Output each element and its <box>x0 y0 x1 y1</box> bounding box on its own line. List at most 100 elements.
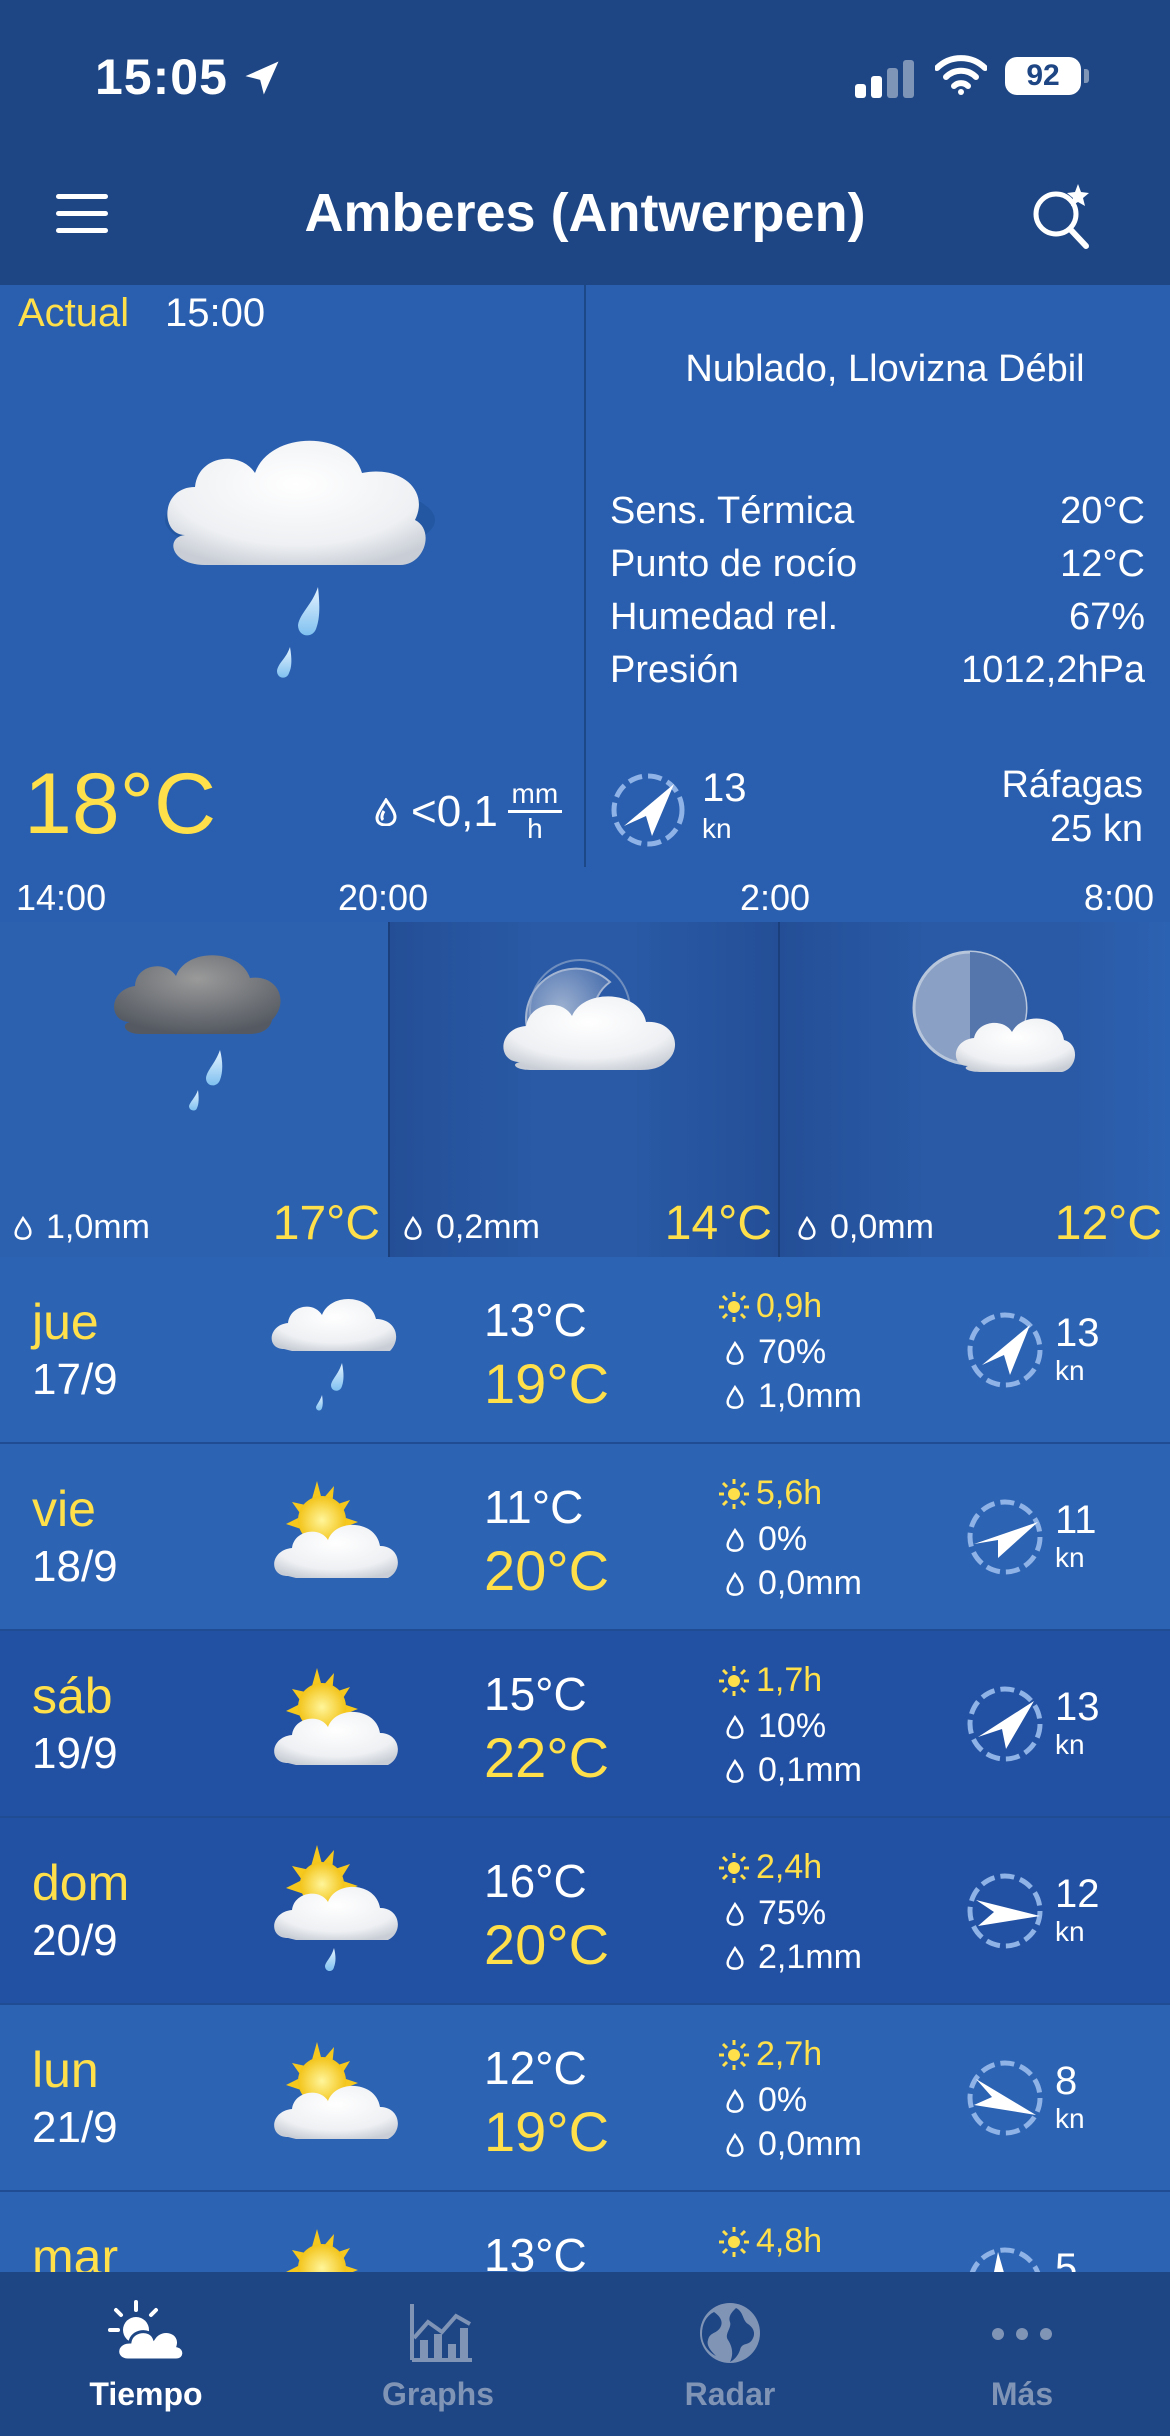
sun-icon <box>719 1665 749 1696</box>
sunshine-hours: 2,4h <box>756 1848 823 1886</box>
day-date: 21/9 <box>32 2103 118 2152</box>
page-title: Amberes (Antwerpen) <box>304 183 866 243</box>
tab-radar[interactable]: Radar <box>584 2272 876 2436</box>
chart-icon <box>410 2304 472 2362</box>
day-row[interactable]: sáb 19/9 15°C 22°C 1,7h 10% 0,1mm 13 kn <box>0 1631 1170 1818</box>
hourly-time-labels: 14:00 20:00 2:00 8:00 <box>0 867 1170 922</box>
gusts-value: 25 kn <box>1050 808 1143 850</box>
day-sunshine: 2,7h <box>718 2035 822 2074</box>
precip-amount: 0,1mm <box>758 1751 862 1789</box>
raindrop-icon <box>726 1714 744 1739</box>
raindrop-icon <box>726 1571 744 1596</box>
condition-text: Nublado, Llovizna Débil <box>685 348 1085 390</box>
day-precip-amount: 1,0mm <box>726 1377 862 1416</box>
day-max-temp: 20°C <box>484 1539 610 1602</box>
wind-direction-icon <box>969 2247 1041 2272</box>
raindrop-icon <box>726 1340 744 1365</box>
precip-probability: 0% <box>758 2081 808 2119</box>
raindrop-icon <box>726 1901 744 1926</box>
moon-cloud-icon <box>503 959 676 1070</box>
current-label: Actual <box>18 291 130 335</box>
current-precipitation: <0,1 mm h <box>375 778 562 845</box>
day-row[interactable]: jue 17/9 13°C 19°C 0,9h 70% 1,0mm 13 kn <box>0 1257 1170 1444</box>
more-dots-icon <box>992 2328 1052 2340</box>
tab-label: Radar <box>684 2376 776 2412</box>
hourly-precip-value: 1,0mm <box>46 1208 150 1246</box>
day-wind-unit: kn <box>1055 1355 1085 1386</box>
tab-graphs[interactable]: Graphs <box>292 2272 584 2436</box>
day-row[interactable]: lun 21/9 12°C 19°C 2,7h 0% 0,0mm 8 kn <box>0 2005 1170 2192</box>
hourly-precip-value: 0,2mm <box>436 1208 540 1246</box>
current-stats: Sens. Térmica 20°C Punto de rocío 12°C Hum… <box>610 490 1145 702</box>
hourly-forecast[interactable]: 14:00 20:00 2:00 8:00 1,0mm 17°C 0,2mm 1… <box>0 867 1170 1257</box>
hourly-temperature: 14°C <box>664 1197 772 1250</box>
wind-direction-icon <box>967 1499 1043 1575</box>
precip-amount: 1,0mm <box>758 1377 862 1415</box>
panel-divider <box>584 285 586 867</box>
day-precip-probability: 0% <box>726 2081 807 2120</box>
hour-label: 14:00 <box>16 877 107 918</box>
stat-row-pressure: Presión 1012,2hPa <box>610 649 1145 702</box>
current-time: 15:00 <box>165 291 266 335</box>
hour-label: 20:00 <box>338 877 429 918</box>
raindrop-icon <box>726 1945 744 1970</box>
wind-direction-icon <box>611 773 685 847</box>
day-precip-amount: 2,1mm <box>726 1938 862 1977</box>
status-time: 15:05 <box>95 49 228 105</box>
stat-row-dew-point: Punto de rocío 12°C <box>610 543 1145 596</box>
day-date: 20/9 <box>32 1916 118 1965</box>
current-wind-unit: kn <box>702 813 732 844</box>
day-sunshine: 0,9h <box>718 1287 822 1326</box>
tab-tiempo[interactable]: Tiempo <box>0 2272 292 2436</box>
sun-cloud-icon <box>274 1481 398 1578</box>
stat-value: 1012,2hPa <box>961 649 1145 691</box>
current-conditions-panel[interactable]: Actual 15:00 18°C <0,1 mm h Nublado, Llo… <box>0 285 1170 867</box>
sun-icon <box>719 2226 749 2257</box>
sun-cloud-drizzle-icon <box>274 1845 398 1972</box>
day-name: lun <box>32 2042 99 2098</box>
cloud-drizzle-icon <box>271 1298 397 1411</box>
nav-bar: Amberes (Antwerpen) <box>0 150 1170 285</box>
current-temperature: 18°C <box>24 756 217 852</box>
day-wind-unit: kn <box>1055 1542 1085 1573</box>
day-wind-speed: 13 <box>1055 1311 1100 1355</box>
hourly-temperature: 12°C <box>1054 1197 1162 1250</box>
current-wind-speed: 13 <box>702 766 747 810</box>
sunshine-hours: 4,8h <box>756 2222 823 2260</box>
day-row[interactable]: dom 20/9 16°C 20°C 2,4h 75% 2,1mm 12 kn <box>0 1818 1170 2005</box>
day-row[interactable]: mar 13°C 4,8h 5 <box>0 2192 1170 2272</box>
day-min-temp: 15°C <box>484 1668 587 1720</box>
tab-label: Tiempo <box>89 2376 203 2412</box>
wind-direction-icon <box>967 2060 1043 2136</box>
search-star-icon[interactable] <box>1024 178 1104 258</box>
tab-label: Graphs <box>381 2376 495 2412</box>
daily-forecast-list[interactable]: jue 17/9 13°C 19°C 0,9h 70% 1,0mm 13 kn … <box>0 1257 1170 2272</box>
precip-probability: 0% <box>758 1520 808 1558</box>
hour-label: 2:00 <box>740 877 811 918</box>
raindrop-icon <box>726 1527 744 1552</box>
hour-label: 8:00 <box>1083 877 1154 918</box>
hourly-precip: 1,0mm <box>14 1208 150 1247</box>
precip-amount: 0,0mm <box>758 2125 862 2163</box>
day-wind-speed: 8 <box>1055 2059 1078 2103</box>
stat-value: 20°C <box>1060 490 1145 532</box>
tab-mas[interactable]: Más <box>876 2272 1168 2436</box>
wind-direction-icon <box>967 1312 1043 1388</box>
precip-amount: 0,0mm <box>758 1564 862 1602</box>
day-row[interactable]: vie 18/9 11°C 20°C 5,6h 0% 0,0mm 11 kn <box>0 1444 1170 1631</box>
wind-direction-icon <box>967 1686 1043 1762</box>
precip-unit-top: mm <box>511 778 559 809</box>
sun-icon <box>719 1478 749 1509</box>
raindrop-icon <box>726 2088 744 2113</box>
stat-label: Sens. Térmica <box>610 490 855 532</box>
day-min-temp: 13°C <box>484 1294 587 1346</box>
stat-label: Presión <box>610 649 739 691</box>
day-name: mar <box>32 2229 119 2272</box>
day-precip-probability: 10% <box>726 1707 826 1746</box>
wind-direction-icon <box>967 1873 1043 1949</box>
day-max-temp: 19°C <box>484 2100 610 2163</box>
stat-row-humidity: Humedad rel. 67% <box>610 596 1145 649</box>
cloud-drizzle-icon <box>165 440 435 678</box>
globe-icon <box>700 2303 760 2363</box>
day-max-temp: 22°C <box>484 1726 610 1789</box>
